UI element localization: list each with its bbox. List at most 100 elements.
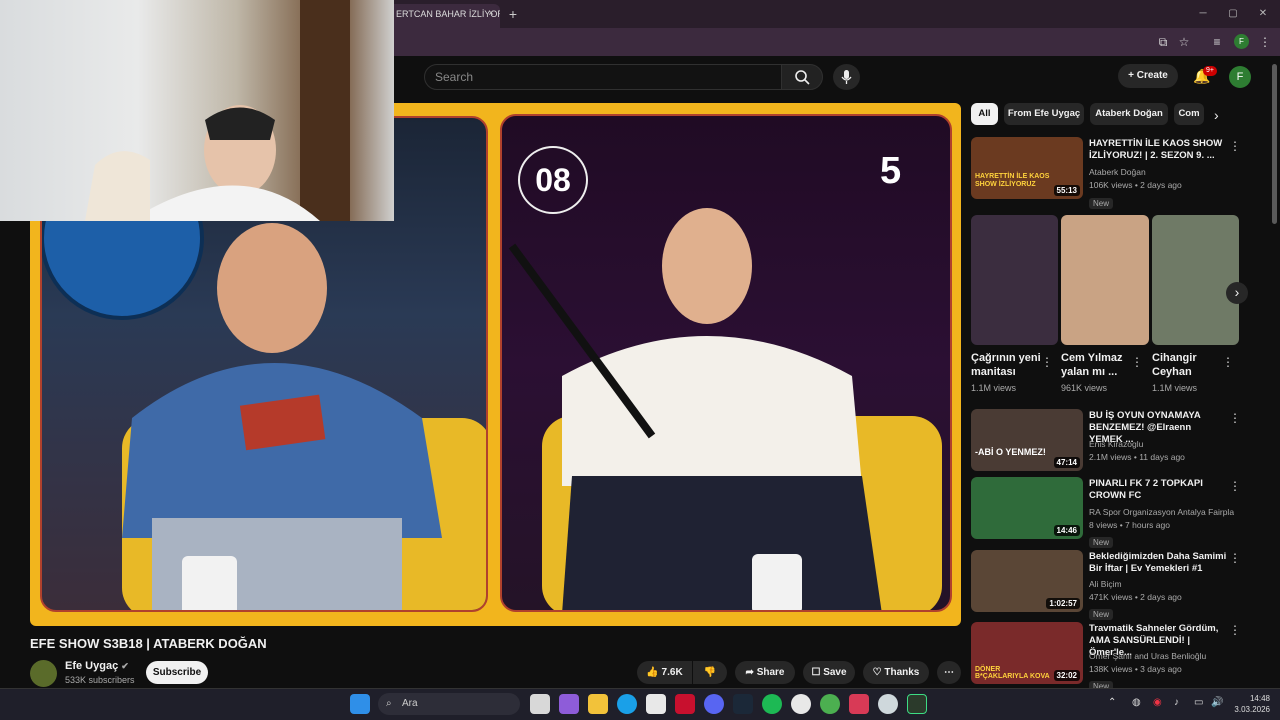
- short-views: 1.1M views: [1152, 383, 1198, 393]
- tray-chevron-icon[interactable]: ⌃: [1108, 697, 1116, 708]
- short-title[interactable]: Cihangir Ceyhan: [1152, 351, 1224, 379]
- short-title[interactable]: Çağrının yeni manitası: [971, 351, 1043, 379]
- channel-avatar[interactable]: [30, 660, 57, 687]
- netflix-icon[interactable]: [675, 694, 695, 714]
- rec-channel[interactable]: Ali Biçim: [1089, 578, 1234, 590]
- short-menu-icon[interactable]: ⋮: [1131, 356, 1143, 368]
- rec-thumbnail[interactable]: -ABİ O YENMEZ! 47:14: [971, 409, 1083, 471]
- notification-badge: 9+: [1203, 66, 1217, 76]
- chrome-icon[interactable]: [820, 694, 840, 714]
- microphone-tray-icon[interactable]: ♪: [1174, 697, 1179, 708]
- voice-search-button[interactable]: [833, 64, 860, 90]
- new-tab-button[interactable]: +: [505, 4, 521, 24]
- thanks-icon: ♡: [872, 667, 885, 678]
- volume-icon[interactable]: 🔊: [1211, 697, 1223, 708]
- rec-menu-icon[interactable]: ⋮: [1229, 480, 1241, 492]
- rec-thumbnail[interactable]: 1:02:57: [971, 550, 1083, 612]
- minimize-icon[interactable]: ─: [1192, 6, 1214, 22]
- steam-icon[interactable]: [733, 694, 753, 714]
- chips-next-chevron-icon[interactable]: ›: [1214, 107, 1219, 123]
- shorts-next-chevron-icon[interactable]: ›: [1226, 282, 1248, 304]
- chip-ataberk[interactable]: Ataberk Doğan: [1090, 103, 1168, 125]
- discord-icon[interactable]: [704, 694, 724, 714]
- network-icon[interactable]: ▭: [1194, 697, 1203, 708]
- short-thumbnail[interactable]: [971, 215, 1058, 345]
- tray-app2-icon[interactable]: ◉: [1153, 697, 1162, 708]
- rec-meta: 2.1M views • 11 days ago: [1089, 452, 1185, 462]
- rec-menu-icon[interactable]: ⋮: [1229, 140, 1241, 152]
- chip-more[interactable]: Com: [1174, 103, 1204, 125]
- thanks-button[interactable]: ♡ Thanks: [863, 661, 929, 684]
- windows-start-icon[interactable]: [350, 694, 370, 714]
- share-button[interactable]: ➦ Share: [735, 661, 795, 684]
- duration-badge: 55:13: [1053, 185, 1080, 196]
- streamer-webcam-image: [85, 0, 350, 221]
- verified-icon: ✔: [121, 661, 129, 671]
- github-icon[interactable]: [791, 694, 811, 714]
- chip-from-channel[interactable]: From Efe Uygaç: [1004, 103, 1084, 125]
- edge-icon[interactable]: [617, 694, 637, 714]
- score-counter: 5: [880, 150, 902, 192]
- search-input[interactable]: Search: [424, 64, 782, 90]
- subscriber-count: 533K subscribers: [65, 675, 135, 685]
- short-menu-icon[interactable]: ⋮: [1041, 356, 1053, 368]
- rec-meta: 106K views • 2 days ago: [1089, 180, 1182, 190]
- rec-menu-icon[interactable]: ⋮: [1229, 412, 1241, 424]
- taskbar-clock[interactable]: 14:48 3.03.2026: [1228, 693, 1270, 715]
- rec-channel[interactable]: RA Spor Organizasyon Antalya Fairplaylig: [1089, 506, 1234, 518]
- taskbar-search[interactable]: ⌕ Ara: [378, 693, 520, 715]
- account-avatar[interactable]: F: [1229, 66, 1251, 88]
- create-button[interactable]: + Create: [1118, 64, 1178, 88]
- tray-app-icon[interactable]: ◍: [1132, 697, 1141, 708]
- share-icon: ➦: [745, 667, 757, 678]
- rec-title[interactable]: HAYRETTİN İLE KAOS SHOW İZLİYORUZ! | 2. …: [1089, 138, 1227, 162]
- maximize-icon[interactable]: ▢: [1222, 6, 1244, 22]
- subscribe-button[interactable]: Subscribe: [146, 661, 208, 684]
- rec-thumbnail[interactable]: 14:46: [971, 477, 1083, 539]
- new-badge: New: [1089, 532, 1114, 550]
- short-views: 1.1M views: [971, 383, 1017, 393]
- file-explorer-icon[interactable]: [588, 694, 608, 714]
- copilot-icon[interactable]: [559, 694, 579, 714]
- close-tab-icon[interactable]: ×: [488, 4, 494, 24]
- scrollbar-thumb[interactable]: [1272, 64, 1277, 224]
- android-app-icon[interactable]: [907, 694, 927, 714]
- search-button[interactable]: [781, 64, 823, 90]
- settings-gear-icon[interactable]: [878, 694, 898, 714]
- rec-meta: 138K views • 3 days ago: [1089, 664, 1182, 674]
- task-view-icon[interactable]: [530, 694, 550, 714]
- rec-channel[interactable]: Ömer Şanlı and Uras Benlioğlu: [1089, 650, 1234, 662]
- channel-name[interactable]: Efe Uygaç ✔: [65, 660, 129, 672]
- like-button[interactable]: 👍 7.6K: [637, 661, 692, 684]
- pocket-app-icon[interactable]: [849, 694, 869, 714]
- reading-list-icon[interactable]: ≡: [1208, 33, 1226, 51]
- browser-tab[interactable]: ERTCAN BAHAR İZLİYOR ×: [388, 4, 500, 28]
- rec-title[interactable]: Beklediğimizden Daha Samimi Bir İftar | …: [1089, 551, 1227, 575]
- rec-menu-icon[interactable]: ⋮: [1229, 624, 1241, 636]
- rec-channel[interactable]: Enis Kirazoglu: [1089, 438, 1234, 450]
- rec-channel[interactable]: Ataberk Doğan: [1089, 166, 1234, 178]
- dislike-button[interactable]: 👎: [693, 661, 727, 684]
- chip-all[interactable]: All: [971, 103, 998, 125]
- windows-taskbar: [0, 688, 1280, 720]
- short-title[interactable]: Cem Yılmaz yalan mı ...: [1061, 351, 1133, 379]
- cast-icon[interactable]: ⧉: [1154, 33, 1172, 51]
- rec-thumbnail[interactable]: DÖNER B*ÇAKLARIYLA KOVA 32:02: [971, 622, 1083, 684]
- window-close-icon[interactable]: ✕: [1252, 6, 1274, 22]
- browser-profile-avatar[interactable]: F: [1234, 34, 1249, 49]
- rec-thumbnail[interactable]: HAYRETTİN İLE KAOS SHOW İZLİYORUZ 55:13: [971, 137, 1083, 199]
- more-actions-icon[interactable]: ⋯: [937, 661, 961, 684]
- store-icon[interactable]: [646, 694, 666, 714]
- rec-menu-icon[interactable]: ⋮: [1229, 552, 1241, 564]
- rec-title[interactable]: PINARLI FK 7 2 TOPKAPI CROWN FC: [1089, 478, 1227, 502]
- short-thumbnail[interactable]: [1152, 215, 1239, 345]
- mic-icon: [841, 70, 852, 84]
- duration-badge: 32:02: [1053, 670, 1080, 681]
- save-button[interactable]: ☐ Save: [803, 661, 855, 684]
- browser-menu-icon[interactable]: ⋮: [1256, 33, 1274, 51]
- bookmark-star-icon[interactable]: ☆: [1175, 33, 1193, 51]
- spotify-icon[interactable]: [762, 694, 782, 714]
- short-menu-icon[interactable]: ⋮: [1222, 356, 1234, 368]
- webcam-overlay: [0, 0, 394, 221]
- short-thumbnail[interactable]: [1061, 215, 1149, 345]
